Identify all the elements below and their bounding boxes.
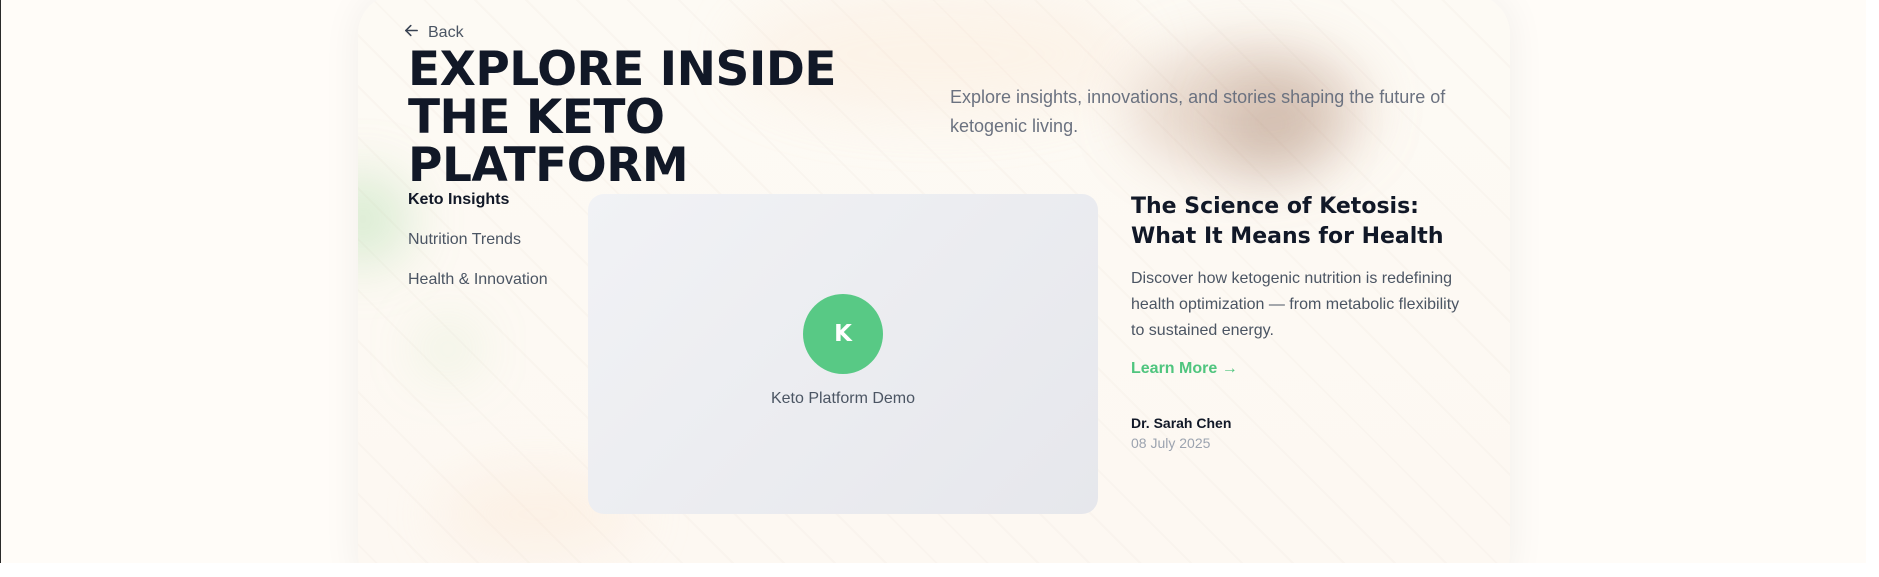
page-title: EXPLORE INSIDE THE KETO PLATFORM [408, 42, 836, 193]
media-caption: Keto Platform Demo [770, 390, 916, 407]
back-label: Back [428, 24, 464, 41]
article-description: Discover how ketogenic nutrition is rede… [1131, 270, 1460, 339]
article-title: The Science of Ketosis: What It Means fo… [1131, 194, 1444, 249]
publish-date: 08 July 2025 [1131, 435, 1211, 451]
back-button[interactable]: Back [403, 22, 464, 44]
category-nav: Keto Insights Nutrition Trends Health & … [408, 188, 548, 291]
background-blur [418, 324, 478, 374]
scrollbar-track[interactable] [1866, 0, 1879, 577]
learn-more-link[interactable]: Learn More → [1131, 360, 1238, 378]
category-nutrition-trends[interactable]: Nutrition Trends [408, 228, 548, 251]
bottom-edge [0, 563, 1879, 577]
hero-card: Back EXPLORE INSIDE THE KETO PLATFORM Ex… [358, 0, 1510, 563]
demo-media-placeholder[interactable]: K Keto Platform Demo [588, 194, 1098, 514]
page-viewport: Back EXPLORE INSIDE THE KETO PLATFORM Ex… [0, 0, 1867, 563]
author-name: Dr. Sarah Chen [1131, 415, 1232, 431]
arrow-left-icon [403, 22, 420, 44]
category-keto-insights[interactable]: Keto Insights [408, 188, 548, 211]
platform-logo: K [803, 294, 883, 374]
background-blur [358, 174, 408, 264]
page-subtitle: Explore insights, innovations, and stori… [950, 87, 1446, 136]
category-health-innovation[interactable]: Health & Innovation [408, 268, 548, 291]
